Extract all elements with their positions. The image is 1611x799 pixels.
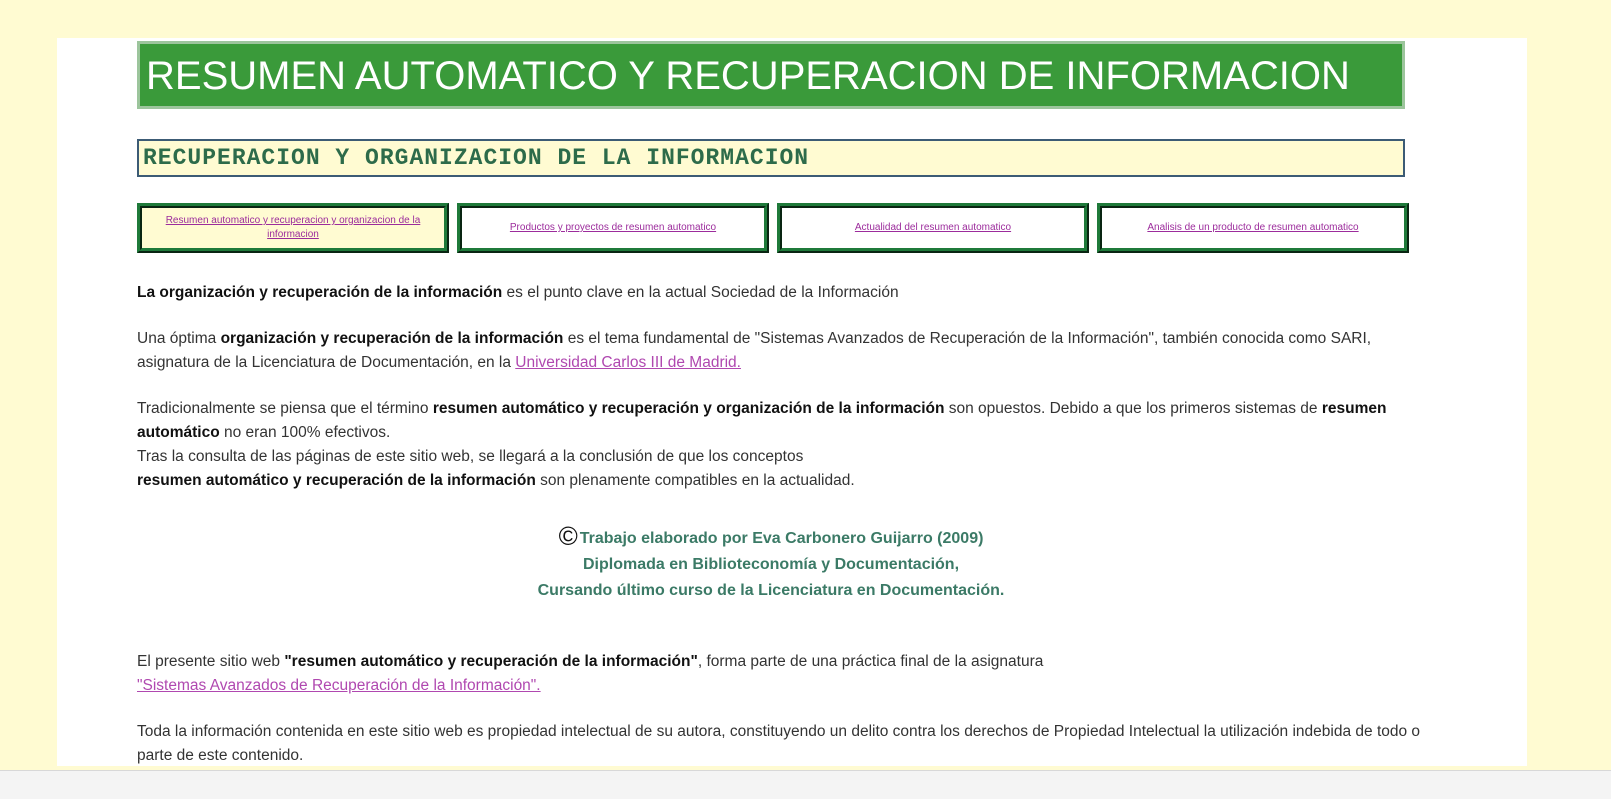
nav-item-productos-proyectos[interactable]: Productos y proyectos de resumen automat… — [457, 203, 769, 253]
main-title: RESUMEN AUTOMATICO Y RECUPERACION DE INF… — [137, 41, 1405, 109]
practice-paragraph: El presente sitio web "resumen automátic… — [137, 650, 1437, 698]
credits-author-text: Trabajo elaborado por Eva Carbonero Guij… — [579, 530, 984, 547]
text-span: El presente sitio web — [137, 653, 285, 670]
credits-line-course: Cursando último curso de la Licenciatura… — [537, 582, 1005, 599]
text-span: es el punto clave en la actual Sociedad … — [502, 284, 899, 301]
copyright-paragraph: Toda la información contenida en este si… — [137, 723, 1421, 764]
text-span: , forma parte de una práctica final de l… — [697, 653, 1044, 670]
content-column: RESUMEN AUTOMATICO Y RECUPERACION DE INF… — [137, 38, 1437, 768]
section-title: RECUPERACION Y ORGANIZACION DE LA INFORM… — [137, 139, 1405, 177]
bold-text: resumen automático y recuperación y orga… — [432, 400, 945, 417]
author-credits: © Trabajo elaborado por Eva Carbonero Gui… — [137, 521, 1405, 604]
copyright-icon: © — [558, 521, 578, 551]
bold-text: resumen automático y recuperación de la … — [137, 472, 536, 489]
nav-item-resumen-recuperacion[interactable]: Resumen automatico y recuperacion y orga… — [137, 203, 449, 253]
nav-bar: Resumen automatico y recuperacion y orga… — [137, 203, 1411, 253]
sari-paragraph: Una óptima organización y recuperación d… — [137, 327, 1437, 375]
intro-paragraph: La organización y recuperación de la inf… — [137, 281, 1437, 305]
text-span: Una óptima — [137, 330, 221, 347]
nav-item-analisis-producto[interactable]: Analisis de un producto de resumen autom… — [1097, 203, 1409, 253]
credits-line-author: © Trabajo elaborado por Eva Carbonero Gui… — [137, 521, 1405, 552]
page-content-area: RESUMEN AUTOMATICO Y RECUPERACION DE INF… — [57, 38, 1527, 766]
text-span: son plenamente compatibles en la actuali… — [535, 472, 855, 489]
university-link[interactable]: Universidad Carlos III de Madrid. — [515, 354, 741, 371]
bold-text: "resumen automático y recuperación de la… — [284, 653, 698, 670]
text-span: son opuestos. Debido a que los primeros … — [944, 400, 1322, 417]
bold-text: La organización y recuperación de la inf… — [137, 284, 503, 301]
sari-course-link[interactable]: "Sistemas Avanzados de Recuperación de l… — [137, 677, 541, 694]
credits-line-diploma: Diplomada en Biblioteconomía y Documenta… — [582, 556, 960, 573]
bold-text: organización y recuperación de la inform… — [220, 330, 564, 347]
tradition-paragraph: Tradicionalmente se piensa que el términ… — [137, 397, 1437, 493]
text-span: no eran 100% efectivos. — [219, 424, 391, 441]
nav-link-analisis-producto[interactable]: Analisis de un producto de resumen autom… — [1147, 221, 1358, 235]
text-span: Tras la consulta de las páginas de este … — [137, 448, 804, 465]
nav-link-resumen-recuperacion[interactable]: Resumen automatico y recuperacion y orga… — [150, 214, 436, 242]
nav-link-actualidad[interactable]: Actualidad del resumen automatico — [855, 221, 1011, 235]
nav-link-productos-proyectos[interactable]: Productos y proyectos de resumen automat… — [510, 221, 716, 235]
bottom-bar — [0, 770, 1611, 799]
nav-item-actualidad[interactable]: Actualidad del resumen automatico — [777, 203, 1089, 253]
text-span: Tradicionalmente se piensa que el términ… — [137, 400, 433, 417]
